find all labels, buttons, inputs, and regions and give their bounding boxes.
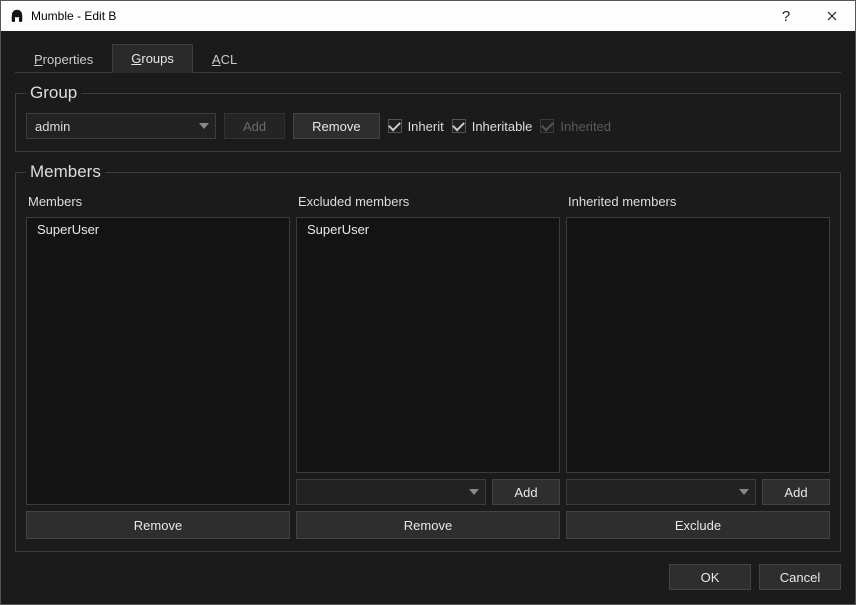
members-legend: Members bbox=[26, 162, 105, 182]
window-title: Mumble - Edit B bbox=[31, 9, 116, 23]
members-col-header: Members bbox=[26, 192, 290, 211]
chevron-down-icon bbox=[469, 489, 479, 495]
chevron-down-icon bbox=[739, 489, 749, 495]
excluded-add-input[interactable] bbox=[566, 479, 756, 505]
group-legend: Group bbox=[26, 83, 81, 103]
group-add-button[interactable]: Add bbox=[224, 113, 285, 139]
inheritable-label: Inheritable bbox=[472, 119, 533, 134]
group-remove-button[interactable]: Remove bbox=[293, 113, 379, 139]
tab-acl[interactable]: ACL bbox=[193, 45, 256, 73]
excluded-remove-button[interactable]: Remove bbox=[296, 511, 560, 539]
chevron-down-icon bbox=[199, 123, 209, 129]
dialog-footer: OK Cancel bbox=[15, 552, 841, 590]
cancel-button[interactable]: Cancel bbox=[759, 564, 841, 590]
members-section: Members Members Excluded members Inherit… bbox=[15, 162, 841, 552]
excluded-listbox[interactable] bbox=[566, 217, 830, 473]
members-remove-button[interactable]: Remove bbox=[26, 511, 290, 539]
group-select[interactable]: admin bbox=[26, 113, 216, 139]
title-bar: Mumble - Edit B ? bbox=[1, 1, 855, 31]
checkbox-icon bbox=[452, 119, 466, 133]
inheritable-checkbox[interactable]: Inheritable bbox=[452, 119, 533, 134]
tab-label: G bbox=[131, 51, 141, 66]
tab-label: A bbox=[212, 52, 221, 67]
inherit-label: Inherit bbox=[408, 119, 444, 134]
checkbox-icon bbox=[540, 119, 554, 133]
members-listbox[interactable]: SuperUser bbox=[296, 217, 560, 473]
ok-button[interactable]: OK bbox=[669, 564, 751, 590]
inherited-label: Inherited bbox=[560, 119, 611, 134]
tab-bar: Properties Groups ACL bbox=[15, 41, 841, 73]
help-button[interactable]: ? bbox=[763, 1, 809, 31]
inherited-listbox[interactable]: SuperUser bbox=[26, 217, 290, 505]
inherited-checkbox: Inherited bbox=[540, 119, 611, 134]
app-icon bbox=[9, 8, 25, 24]
close-button[interactable] bbox=[809, 1, 855, 31]
group-select-value: admin bbox=[35, 119, 70, 134]
list-item[interactable]: SuperUser bbox=[27, 218, 289, 241]
excluded-add-button[interactable]: Add bbox=[762, 479, 830, 505]
inherit-checkbox[interactable]: Inherit bbox=[388, 119, 444, 134]
inherited-exclude-button[interactable]: Exclude bbox=[566, 511, 830, 539]
tab-properties[interactable]: Properties bbox=[15, 45, 112, 73]
checkbox-icon bbox=[388, 119, 402, 133]
list-item[interactable]: SuperUser bbox=[297, 218, 559, 241]
tab-label: P bbox=[34, 52, 43, 67]
group-section: Group admin Add Remove Inherit Inheritab… bbox=[15, 83, 841, 152]
excluded-col-header: Excluded members bbox=[296, 192, 560, 211]
tab-groups[interactable]: Groups bbox=[112, 44, 193, 73]
members-add-input[interactable] bbox=[296, 479, 486, 505]
members-add-button[interactable]: Add bbox=[492, 479, 560, 505]
inherited-col-header: Inherited members bbox=[566, 192, 830, 211]
